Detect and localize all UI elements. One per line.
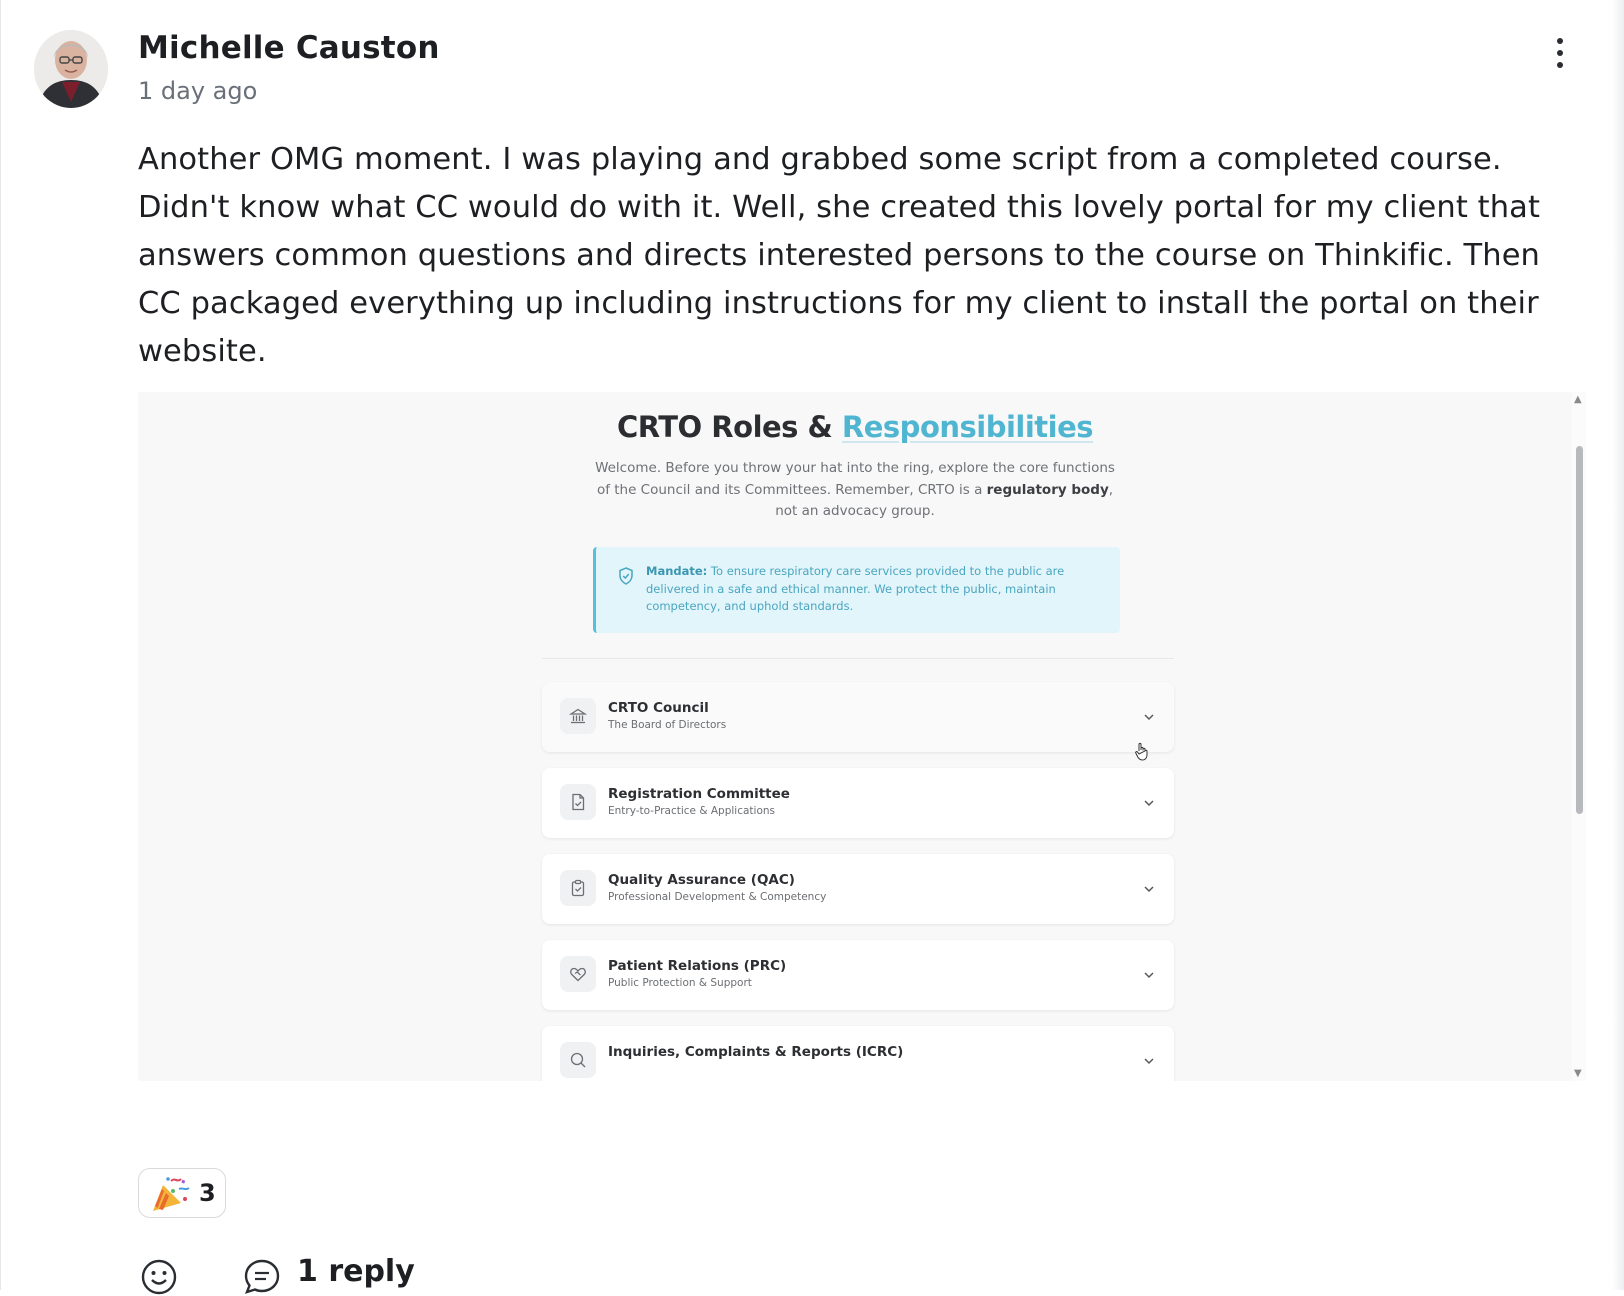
chevron-down-icon[interactable] [1142, 882, 1156, 896]
avatar-portrait [34, 30, 108, 108]
more-dots-icon [1557, 38, 1563, 44]
accordion-patient-relations[interactable]: Patient Relations (PRC) Public Protectio… [542, 940, 1174, 1010]
comment-icon[interactable] [243, 1258, 281, 1296]
portal-intro: Welcome. Before you throw your hat into … [595, 460, 1115, 519]
accordion-subtitle: Professional Development & Competency [608, 891, 827, 903]
author-name[interactable]: Michelle Causton [138, 30, 440, 66]
portal-title-accent: Responsibilities [841, 410, 1094, 444]
chevron-down-icon[interactable] [1142, 968, 1156, 982]
accordion-registration-committee[interactable]: Registration Committee Entry-to-Practice… [542, 768, 1174, 838]
shield-check-icon [619, 567, 633, 585]
portal-title-main: CRTO Roles & [616, 410, 842, 444]
post-body: Another OMG moment. I was playing and gr… [138, 142, 1541, 369]
scroll-thumb[interactable] [1576, 446, 1583, 814]
scroll-down-arrow-icon[interactable]: ▼ [1574, 1068, 1582, 1079]
accordion-icon-box [560, 870, 596, 906]
party-popper-icon [153, 1177, 190, 1211]
avatar[interactable] [34, 30, 108, 108]
accordion-title: CRTO Council [608, 700, 709, 716]
accordion-title: Patient Relations (PRC) [608, 958, 787, 974]
chevron-down-icon[interactable] [1142, 796, 1156, 810]
chevron-down-icon[interactable] [1142, 710, 1156, 724]
mandate-callout: Mandate: To ensure respiratory care serv… [593, 547, 1120, 633]
accordion-icon-box [560, 956, 596, 992]
accordion-subtitle: Entry-to-Practice & Applications [608, 805, 776, 817]
add-reaction-icon[interactable] [140, 1258, 178, 1296]
reaction-chip[interactable]: 3 [138, 1168, 226, 1218]
accordion-title: Quality Assurance (QAC) [608, 872, 795, 888]
left-border [0, 0, 1, 1290]
reaction-count: 3 [199, 1179, 216, 1207]
accordion-crto-council[interactable]: CRTO Council The Board of Directors [542, 682, 1174, 752]
accordion-title: Inquiries, Complaints & Reports (ICRC) [608, 1044, 904, 1060]
accordion-icrc[interactable]: Inquiries, Complaints & Reports (ICRC) [542, 1026, 1174, 1081]
accordion-icon-box [560, 698, 596, 734]
post-timestamp: 1 day ago [138, 77, 258, 105]
accordion-icon-box [560, 1042, 596, 1078]
more-options-button[interactable] [1542, 32, 1578, 74]
accordion-title: Registration Committee [608, 786, 790, 802]
intro-emphasis: regulatory body [986, 481, 1109, 498]
section-divider [542, 658, 1174, 659]
accordion-quality-assurance[interactable]: Quality Assurance (QAC) Professional Dev… [542, 854, 1174, 924]
portal-title: CRTO Roles & Responsibilities [138, 410, 1572, 444]
hand-cursor-icon [1135, 742, 1148, 761]
accordion-icon-box [560, 784, 596, 820]
clipboard-check-icon [571, 879, 585, 897]
embedded-portal-preview[interactable]: ▲ ▼ CRTO Roles & Responsibilities Welcom… [138, 392, 1586, 1081]
accordion-subtitle: Public Protection & Support [608, 977, 752, 989]
embed-scrollbar[interactable]: ▲ ▼ [1572, 392, 1586, 1081]
chevron-down-icon[interactable] [1142, 1054, 1156, 1068]
bank-icon [569, 708, 587, 724]
scroll-up-arrow-icon[interactable]: ▲ [1574, 394, 1582, 405]
right-edge-shadow [1612, 0, 1624, 1290]
file-check-icon [572, 793, 585, 811]
heart-handshake-icon [570, 967, 586, 982]
reply-count-link[interactable]: 1 reply [297, 1254, 415, 1289]
accordion-subtitle: The Board of Directors [608, 719, 727, 731]
mandate-text: Mandate: To ensure respiratory care serv… [646, 564, 1065, 613]
search-icon [570, 1052, 586, 1068]
mandate-label: Mandate: [646, 564, 708, 578]
